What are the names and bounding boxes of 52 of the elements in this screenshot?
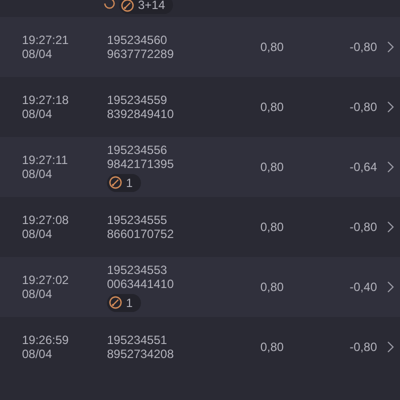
ring-icon	[103, 0, 116, 10]
chevron-right-icon[interactable]	[387, 281, 394, 293]
transaction-row[interactable]: 19:27:02 08/04 195234553 0063441410 1 0,80 -0,40	[0, 257, 400, 317]
date-text: 08/04	[22, 167, 54, 181]
gauge-icon	[109, 296, 122, 309]
order-number: 0063441410	[107, 276, 174, 290]
amount-text: 0,80	[260, 40, 284, 54]
order-id: 195234553	[107, 262, 168, 276]
date-text: 08/04	[22, 47, 54, 61]
order-id: 195234556	[107, 142, 168, 156]
date-text: 08/04	[22, 107, 54, 121]
change-text: -0,80	[350, 220, 377, 234]
order-number: 9842171395	[107, 156, 174, 170]
change-text: -0,64	[350, 160, 377, 174]
amount-text: 0,80	[260, 280, 284, 294]
gauge-icon	[109, 176, 122, 189]
chevron-right-icon[interactable]	[387, 101, 394, 113]
order-number: 8660170752	[107, 227, 174, 241]
change-text: -0,80	[350, 340, 377, 354]
time-text: 19:27:18	[22, 93, 70, 107]
transaction-row[interactable]: 19:27:11 08/04 195234556 9842171395 1 0,80 -0,64	[0, 137, 400, 197]
order-number: 8392849410	[107, 107, 174, 121]
tag-badge: 1	[107, 174, 141, 192]
chevron-right-icon[interactable]	[387, 41, 394, 53]
chevron-right-icon[interactable]	[387, 341, 394, 353]
tag-badge: 1	[107, 294, 141, 312]
amount-text: 0,80	[260, 160, 284, 174]
tag-badge: 3+14	[119, 0, 174, 14]
time-text: 19:27:02	[22, 273, 70, 287]
time-text: 19:27:11	[22, 153, 69, 167]
amount-text: 0,80	[260, 100, 284, 114]
order-number: 9637772289	[107, 47, 174, 61]
date-text: 08/04	[22, 347, 54, 361]
date-text: 08/04	[22, 287, 54, 301]
chevron-right-icon[interactable]	[387, 161, 394, 173]
amount-text: 0,80	[260, 220, 284, 234]
order-number: 8952734208	[107, 347, 174, 361]
time-text: 19:27:21	[22, 33, 70, 47]
change-text: -0,40	[350, 280, 377, 294]
order-id: 195234551	[107, 333, 168, 347]
transaction-row[interactable]: 19:27:21 08/04 195234560 9637772289 0,80 -0,80	[0, 17, 400, 77]
gauge-icon	[121, 0, 134, 12]
time-text: 19:27:08	[22, 213, 70, 227]
change-text: -0,80	[350, 100, 377, 114]
date-text: 08/04	[22, 227, 54, 241]
order-id: 195234555	[107, 213, 168, 227]
time-text: 19:26:59	[22, 333, 70, 347]
change-text: -0,80	[350, 40, 377, 54]
order-id: 195234560	[107, 33, 168, 47]
chevron-right-icon[interactable]	[387, 221, 394, 233]
amount-text: 0,80	[260, 340, 284, 354]
order-id: 195234559	[107, 93, 168, 107]
